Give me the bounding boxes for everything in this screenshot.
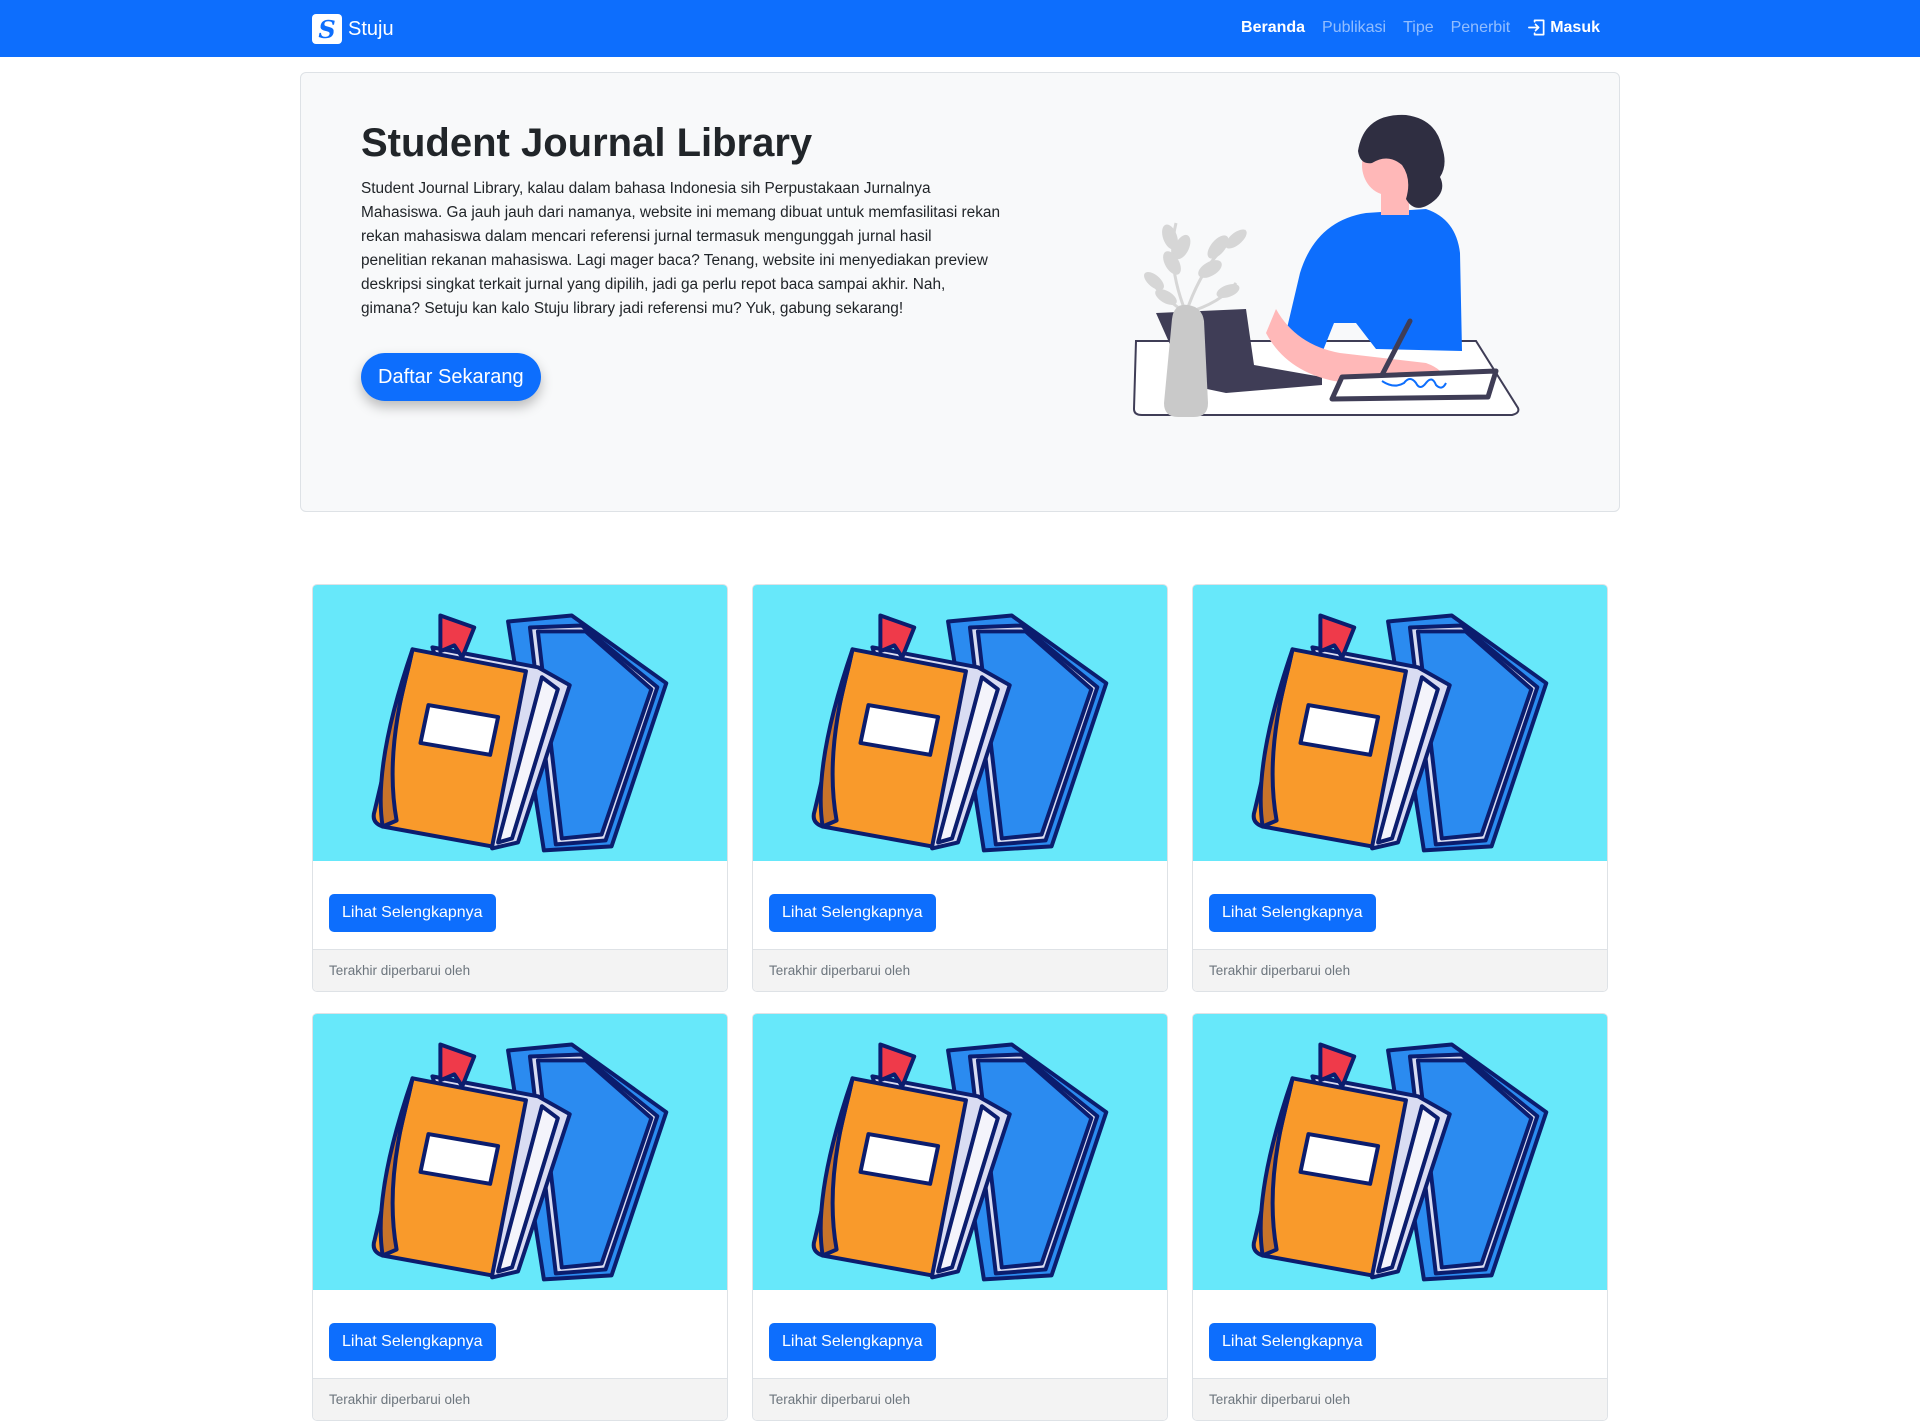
hero-section: Student Journal Library Student Journal … bbox=[300, 72, 1620, 512]
card-footer: Terakhir diperbarui oleh bbox=[753, 1378, 1167, 1420]
books-illustration bbox=[313, 1014, 727, 1290]
view-details-button[interactable]: Lihat Selengkapnya bbox=[329, 1323, 496, 1361]
journal-card: Lihat Selengkapnya Terakhir diperbarui ol… bbox=[752, 1013, 1168, 1421]
journal-card: Lihat Selengkapnya Terakhir diperbarui ol… bbox=[312, 1013, 728, 1421]
person-working-illustration bbox=[1132, 114, 1520, 417]
login-label: Masuk bbox=[1550, 18, 1600, 36]
journal-card: Lihat Selengkapnya Terakhir diperbarui ol… bbox=[1192, 1013, 1608, 1421]
card-footer: Terakhir diperbarui oleh bbox=[313, 949, 727, 991]
view-details-button[interactable]: Lihat Selengkapnya bbox=[769, 1323, 936, 1361]
card-footer: Terakhir diperbarui oleh bbox=[753, 949, 1167, 991]
nav-link-penerbit[interactable]: Penerbit bbox=[1451, 19, 1511, 37]
navbar: S Stuju Beranda Publikasi Tipe Penerbit … bbox=[0, 0, 1920, 57]
nav-link-tipe[interactable]: Tipe bbox=[1403, 19, 1434, 37]
books-illustration bbox=[1193, 585, 1607, 861]
view-details-button[interactable]: Lihat Selengkapnya bbox=[329, 894, 496, 932]
brand-link[interactable]: S Stuju bbox=[312, 14, 394, 44]
login-icon bbox=[1528, 19, 1545, 36]
books-illustration bbox=[313, 585, 727, 861]
card-footer: Terakhir diperbarui oleh bbox=[1193, 1378, 1607, 1420]
nav-links: Beranda Publikasi Tipe Penerbit Masuk bbox=[1224, 18, 1600, 37]
view-details-button[interactable]: Lihat Selengkapnya bbox=[1209, 894, 1376, 932]
books-illustration bbox=[1193, 1014, 1607, 1290]
journal-card: Lihat Selengkapnya Terakhir diperbarui ol… bbox=[312, 584, 728, 992]
card-body: Lihat Selengkapnya bbox=[753, 861, 1167, 949]
card-footer: Terakhir diperbarui oleh bbox=[313, 1378, 727, 1420]
view-details-button[interactable]: Lihat Selengkapnya bbox=[769, 894, 936, 932]
card-body: Lihat Selengkapnya bbox=[313, 861, 727, 949]
view-details-button[interactable]: Lihat Selengkapnya bbox=[1209, 1323, 1376, 1361]
brand-name: Stuju bbox=[348, 17, 394, 40]
card-footer: Terakhir diperbarui oleh bbox=[1193, 949, 1607, 991]
hero-title: Student Journal Library bbox=[361, 121, 813, 165]
journal-card: Lihat Selengkapnya Terakhir diperbarui ol… bbox=[752, 584, 1168, 992]
card-body: Lihat Selengkapnya bbox=[753, 1290, 1167, 1378]
nav-link-publikasi[interactable]: Publikasi bbox=[1322, 19, 1386, 37]
nav-link-beranda[interactable]: Beranda bbox=[1241, 19, 1305, 37]
card-body: Lihat Selengkapnya bbox=[1193, 1290, 1607, 1378]
login-link[interactable]: Masuk bbox=[1527, 18, 1600, 37]
brand-logo-icon: S bbox=[312, 14, 342, 44]
hero-description: Student Journal Library, kalau dalam bah… bbox=[361, 180, 1001, 317]
books-illustration bbox=[753, 585, 1167, 861]
register-button[interactable]: Daftar Sekarang bbox=[361, 353, 541, 401]
books-illustration bbox=[753, 1014, 1167, 1290]
card-body: Lihat Selengkapnya bbox=[1193, 861, 1607, 949]
journal-card: Lihat Selengkapnya Terakhir diperbarui ol… bbox=[1192, 584, 1608, 992]
card-body: Lihat Selengkapnya bbox=[313, 1290, 727, 1378]
